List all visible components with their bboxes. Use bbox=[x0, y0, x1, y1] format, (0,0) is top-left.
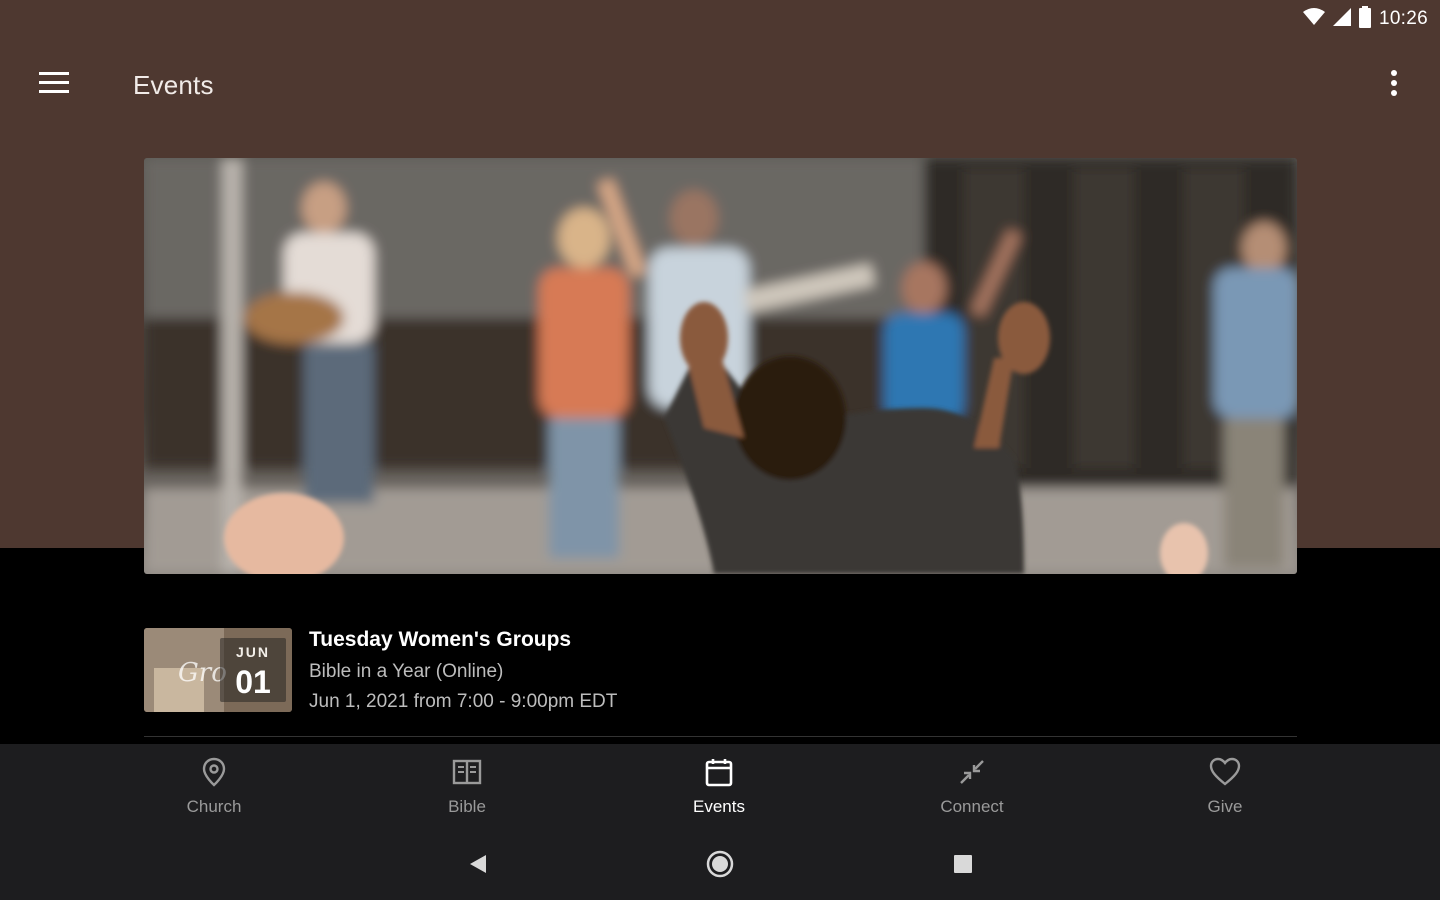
nav-item-connect[interactable]: Connect bbox=[882, 744, 1062, 826]
system-back-button[interactable] bbox=[458, 846, 498, 886]
nav-item-give[interactable]: Give bbox=[1135, 744, 1315, 826]
battery-icon bbox=[1358, 5, 1371, 33]
map-pin-icon bbox=[200, 757, 228, 792]
menu-button[interactable] bbox=[22, 61, 86, 109]
signal-icon bbox=[1332, 7, 1351, 31]
calendar-icon bbox=[704, 757, 734, 792]
event-date-month: JUN bbox=[235, 644, 270, 660]
page-title: Events bbox=[133, 70, 214, 100]
nav-label-connect: Connect bbox=[940, 797, 1004, 816]
status-time: 10:26 bbox=[1378, 8, 1428, 29]
system-recents-button[interactable] bbox=[943, 846, 983, 886]
back-triangle-icon bbox=[468, 853, 488, 880]
nav-label-bible: Bible bbox=[448, 797, 486, 816]
bottom-navigation: Church Bible Events Connect Give bbox=[0, 744, 1440, 826]
status-bar: 10:26 bbox=[0, 0, 1440, 38]
nav-item-church[interactable]: Church bbox=[124, 744, 304, 826]
nav-item-events[interactable]: Events bbox=[629, 744, 809, 826]
heart-icon bbox=[1209, 757, 1241, 792]
nav-label-events: Events bbox=[693, 797, 745, 816]
app-bar: Events bbox=[0, 52, 1440, 118]
event-thumbnail: Gro JUN 01 bbox=[144, 628, 292, 712]
overflow-menu-button[interactable] bbox=[1370, 61, 1418, 109]
event-subtitle: Bible in a Year (Online) bbox=[309, 661, 504, 682]
system-home-button[interactable] bbox=[700, 846, 740, 886]
wifi-icon bbox=[1302, 7, 1325, 31]
connect-arrows-icon bbox=[957, 757, 987, 792]
status-icons: 10:26 bbox=[1302, 5, 1428, 33]
nav-item-bible[interactable]: Bible bbox=[377, 744, 557, 826]
nav-label-give: Give bbox=[1207, 797, 1243, 816]
system-navigation-bar bbox=[0, 826, 1440, 900]
hero-image[interactable] bbox=[144, 158, 1297, 574]
event-date-badge: JUN 01 bbox=[220, 638, 286, 702]
book-icon bbox=[452, 757, 482, 792]
home-circle-icon bbox=[705, 849, 735, 884]
more-vert-icon bbox=[1391, 69, 1397, 101]
event-datetime: Jun 1, 2021 from 7:00 - 9:00pm EDT bbox=[309, 691, 618, 712]
app-root: 10:26 Events Gro JUN 01 Tuesday Women's … bbox=[0, 0, 1440, 900]
event-title: Tuesday Women's Groups bbox=[309, 628, 572, 651]
event-list-item[interactable]: Gro JUN 01 Tuesday Women's Groups Bible … bbox=[144, 626, 1297, 714]
nav-label-church: Church bbox=[186, 797, 242, 816]
event-date-day: 01 bbox=[235, 664, 271, 700]
recents-square-icon bbox=[953, 854, 973, 879]
hamburger-menu-icon bbox=[39, 71, 69, 99]
list-divider bbox=[144, 736, 1297, 737]
